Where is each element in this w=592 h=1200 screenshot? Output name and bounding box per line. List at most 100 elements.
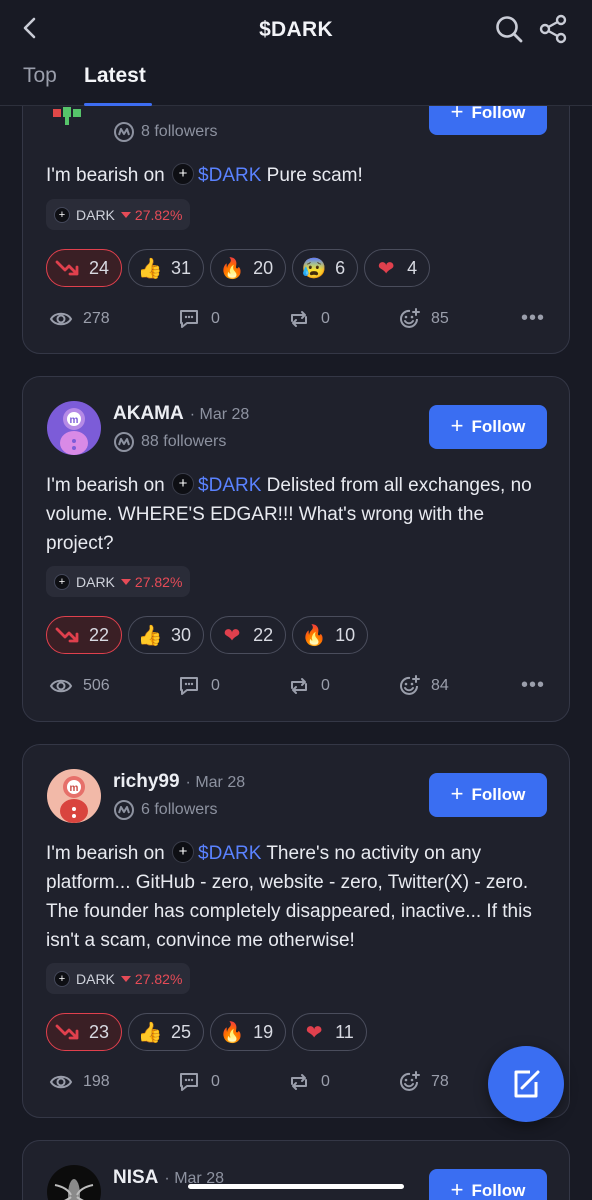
search-icon[interactable] xyxy=(494,14,524,44)
add-reaction-icon xyxy=(400,1071,420,1091)
reaction-heart[interactable]: ❤ 22 xyxy=(210,616,287,654)
repost-icon xyxy=(291,678,307,694)
ticker-link[interactable]: $DARK xyxy=(198,165,261,186)
follow-button[interactable]: + Follow xyxy=(429,773,547,817)
heart-icon: ❤ xyxy=(377,257,395,280)
ticker-link[interactable]: $DARK xyxy=(198,843,261,864)
reacts-stat[interactable]: 84 xyxy=(397,674,449,698)
followers-count: 88 followers xyxy=(113,431,226,453)
price-down-icon xyxy=(120,578,131,585)
svg-text:m: m xyxy=(70,783,79,794)
username[interactable]: AKAMA · Mar 28 xyxy=(113,403,249,425)
follow-button[interactable]: + Follow xyxy=(429,405,547,449)
avatar[interactable] xyxy=(47,1165,101,1200)
bearish-arrow-icon xyxy=(55,622,81,648)
coinmarketcap-icon xyxy=(114,432,134,452)
post-card: NISA · Mar 28 + Follow xyxy=(22,1140,570,1200)
avatar[interactable] xyxy=(47,101,101,155)
token-chip[interactable]: + DARK 27.82% xyxy=(46,963,191,994)
reaction-fire[interactable]: 🔥 19 xyxy=(210,1013,287,1051)
comments-stat[interactable]: 0 xyxy=(177,1070,220,1094)
heart-icon: ❤ xyxy=(223,624,241,647)
fire-icon: 🔥 xyxy=(219,257,245,280)
post-card: m richy99 · Mar 28 6 followers + Follow I'… xyxy=(22,744,570,1118)
post-date: · Mar 28 xyxy=(189,406,250,423)
heart-icon: ❤ xyxy=(305,1021,323,1044)
avatar[interactable]: m xyxy=(47,401,101,455)
thumbs-up-icon: 👍 xyxy=(137,257,163,280)
tab-latest[interactable]: Latest xyxy=(84,64,146,88)
compose-icon xyxy=(514,1070,540,1098)
svg-text:m: m xyxy=(70,415,79,426)
home-indicator xyxy=(188,1184,404,1189)
add-reaction-icon xyxy=(400,308,420,328)
reacts-stat[interactable]: 85 xyxy=(397,307,449,331)
reaction-bearish[interactable]: 23 xyxy=(46,1013,123,1051)
thumbs-up-icon: 👍 xyxy=(137,1021,163,1044)
token-chip[interactable]: + DARK 27.82% xyxy=(46,199,191,230)
coinmarketcap-icon xyxy=(114,122,134,142)
crying-face-icon: 😰 xyxy=(301,257,327,280)
tab-top[interactable]: Top xyxy=(23,64,57,88)
more-options-icon[interactable]: ••• xyxy=(521,307,545,330)
reaction-crying[interactable]: 😰 6 xyxy=(292,249,359,287)
views-stat: 198 xyxy=(49,1070,110,1094)
reaction-bearish[interactable]: 22 xyxy=(46,616,123,654)
price-down-icon xyxy=(120,211,131,218)
comment-icon xyxy=(180,1073,198,1091)
reaction-thumbs-up[interactable]: 👍 31 xyxy=(128,249,205,287)
dark-token-icon xyxy=(172,473,195,495)
eye-icon xyxy=(49,1075,73,1089)
post-stats: 278 0 0 85 ••• xyxy=(49,307,549,331)
bearish-arrow-icon xyxy=(55,1019,81,1045)
reaction-heart[interactable]: ❤ 4 xyxy=(364,249,431,287)
active-tab-indicator xyxy=(84,103,152,106)
views-stat: 278 xyxy=(49,307,110,331)
comment-icon xyxy=(180,310,198,328)
dark-token-icon xyxy=(172,163,195,185)
price-down-icon xyxy=(120,975,131,982)
dark-token-icon xyxy=(172,841,195,863)
token-chip[interactable]: + DARK 27.82% xyxy=(46,566,191,597)
follow-button[interactable]: + Follow xyxy=(429,1169,547,1200)
fire-icon: 🔥 xyxy=(219,1021,245,1044)
reposts-stat[interactable]: 0 xyxy=(287,1070,330,1094)
repost-icon xyxy=(291,1074,307,1090)
eye-icon xyxy=(49,312,73,326)
comments-stat[interactable]: 0 xyxy=(177,307,220,331)
post-text: I'm bearish on $DARK Delisted from all e… xyxy=(46,471,546,558)
comments-stat[interactable]: 0 xyxy=(177,674,220,698)
post-text: I'm bearish on $DARK Pure scam! xyxy=(46,161,546,190)
reposts-stat[interactable]: 0 xyxy=(287,674,330,698)
post-date: · Mar 28 xyxy=(185,774,246,791)
bearish-arrow-icon xyxy=(55,255,81,281)
ticker-link[interactable]: $DARK xyxy=(198,475,261,496)
views-stat: 506 xyxy=(49,674,110,698)
reaction-fire[interactable]: 🔥 20 xyxy=(210,249,287,287)
post-stats: 506 0 0 84 ••• xyxy=(49,674,549,698)
followers-count: 8 followers xyxy=(113,121,217,143)
post-card: m AKAMA · Mar 28 88 followers + Follow I'm… xyxy=(22,376,570,722)
compose-post-button[interactable] xyxy=(488,1046,564,1122)
reactions-row: 22 👍 30 ❤ 22 🔥 10 xyxy=(46,616,369,654)
reaction-thumbs-up[interactable]: 👍 30 xyxy=(128,616,205,654)
comment-icon xyxy=(180,677,198,695)
reaction-fire[interactable]: 🔥 10 xyxy=(292,616,369,654)
post-stats: 198 0 0 78 xyxy=(49,1070,549,1094)
thumbs-up-icon: 👍 xyxy=(137,624,163,647)
more-options-icon[interactable]: ••• xyxy=(521,674,545,697)
top-bar: $DARK Top Latest xyxy=(0,0,592,106)
reaction-heart[interactable]: ❤ 11 xyxy=(292,1013,367,1051)
reposts-stat[interactable]: 0 xyxy=(287,307,330,331)
reaction-thumbs-up[interactable]: 👍 25 xyxy=(128,1013,205,1051)
avatar[interactable]: m xyxy=(47,769,101,823)
reaction-bearish[interactable]: 24 xyxy=(46,249,123,287)
reacts-stat[interactable]: 78 xyxy=(397,1070,449,1094)
reactions-row: 24 👍 31 🔥 20 😰 6 ❤ 4 xyxy=(46,249,431,287)
username[interactable]: richy99 · Mar 28 xyxy=(113,771,245,793)
followers-count: 6 followers xyxy=(113,799,217,821)
coinmarketcap-icon xyxy=(114,800,134,820)
share-icon[interactable] xyxy=(538,14,568,44)
repost-icon xyxy=(291,311,307,327)
post-text: I'm bearish on $DARK There's no activity… xyxy=(46,839,546,955)
